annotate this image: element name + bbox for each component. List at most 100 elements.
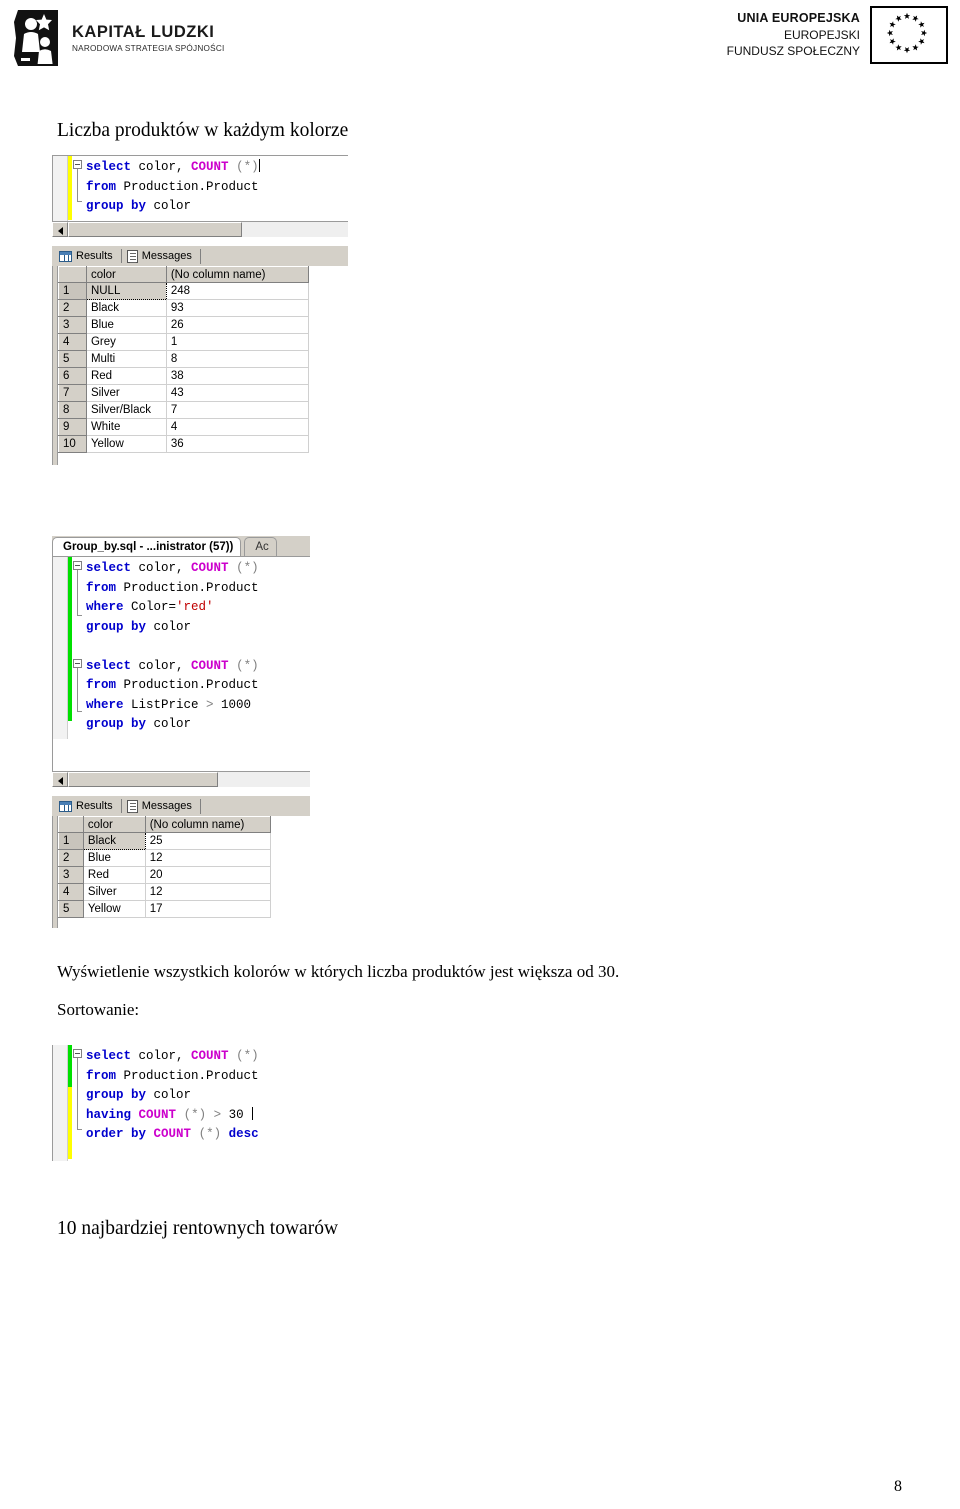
table-row[interactable]: 4 Grey 1: [58, 333, 310, 351]
grid-col-count[interactable]: (No column name): [144, 816, 272, 833]
cell-count[interactable]: 12: [145, 849, 272, 867]
hscroll-thumb[interactable]: [68, 222, 242, 237]
code-area-2[interactable]: select color, COUNT (*) from Production.…: [72, 557, 310, 739]
row-number[interactable]: 5: [58, 350, 87, 368]
grid-col-color[interactable]: color: [82, 816, 146, 833]
cell-color[interactable]: NULL: [85, 282, 167, 300]
cell-count[interactable]: 93: [166, 299, 310, 317]
tab-group-by-sql[interactable]: Group_by.sql - ...inistrator (57)): [52, 537, 242, 556]
cell-count[interactable]: 12: [145, 883, 272, 901]
page-heading-1: Liczba produktów w każdym kolorze: [57, 120, 349, 141]
code-line: having COUNT (*) > 30: [72, 1106, 310, 1126]
cell-count[interactable]: 26: [166, 316, 310, 334]
row-number[interactable]: 3: [58, 866, 84, 884]
row-number[interactable]: 2: [58, 849, 84, 867]
cell-count[interactable]: 4: [166, 418, 310, 436]
table-row[interactable]: 3 Blue 26: [58, 316, 310, 334]
cell-count[interactable]: 1: [166, 333, 310, 351]
row-number[interactable]: 4: [58, 333, 87, 351]
table-row[interactable]: 4 Silver 12: [58, 883, 272, 901]
row-number[interactable]: 8: [58, 401, 87, 419]
cell-count[interactable]: 25: [145, 832, 272, 850]
cell-count[interactable]: 38: [166, 367, 310, 385]
table-row[interactable]: 5 Multi 8: [58, 350, 310, 368]
cell-color[interactable]: Silver: [86, 384, 167, 402]
row-number[interactable]: 10: [58, 435, 87, 453]
tab-messages-2[interactable]: Messages: [124, 798, 201, 814]
scroll-left-arrow-icon[interactable]: [52, 772, 68, 787]
grid-col-color[interactable]: color: [85, 266, 167, 283]
sql-editor-1[interactable]: select color, COUNT (*) from Production.…: [52, 155, 348, 221]
cell-color[interactable]: Multi: [86, 350, 167, 368]
row-number[interactable]: 3: [58, 316, 87, 334]
tab-results-1[interactable]: Results: [56, 249, 122, 263]
table-row[interactable]: 9 White 4: [58, 418, 310, 436]
row-number[interactable]: 5: [58, 900, 84, 918]
cell-color[interactable]: Yellow: [86, 435, 167, 453]
cell-count[interactable]: 43: [166, 384, 310, 402]
row-number[interactable]: 7: [58, 384, 87, 402]
row-number[interactable]: 4: [58, 883, 84, 901]
cell-color[interactable]: Blue: [83, 849, 146, 867]
editor-hscrollbar-1[interactable]: [52, 221, 348, 237]
cell-color[interactable]: Silver/Black: [86, 401, 167, 419]
table-row[interactable]: 7 Silver 43: [58, 384, 310, 402]
cell-count[interactable]: 17: [145, 900, 272, 918]
grid-col-rownum[interactable]: [58, 266, 87, 283]
row-number[interactable]: 9: [58, 418, 87, 436]
code-line: select color, COUNT (*): [72, 1047, 310, 1067]
hscroll-thumb[interactable]: [68, 772, 219, 787]
cell-count[interactable]: 248: [166, 282, 310, 300]
grid-col-rownum[interactable]: [58, 816, 84, 833]
scroll-left-arrow-icon[interactable]: [52, 222, 68, 237]
cell-color[interactable]: Grey: [86, 333, 167, 351]
table-row[interactable]: 2 Black 93: [58, 299, 310, 317]
cell-color[interactable]: Red: [83, 866, 146, 884]
cell-color[interactable]: Black: [82, 832, 146, 850]
table-row[interactable]: 5 Yellow 17: [58, 900, 272, 918]
hscroll-track[interactable]: [68, 772, 310, 787]
table-row[interactable]: 2 Blue 12: [58, 849, 272, 867]
cell-color[interactable]: Silver: [83, 883, 146, 901]
cell-color[interactable]: Black: [86, 299, 167, 317]
cell-count[interactable]: 8: [166, 350, 310, 368]
results-grid-2[interactable]: color (No column name) 1 Black 25 2 Blue…: [58, 816, 272, 918]
cell-count[interactable]: 20: [145, 866, 272, 884]
results-tabstrip-1[interactable]: Results Messages: [52, 245, 348, 266]
row-number[interactable]: 1: [58, 832, 84, 850]
cell-count[interactable]: 36: [166, 435, 310, 453]
cell-color[interactable]: Red: [86, 367, 167, 385]
tab-messages-1[interactable]: Messages: [124, 248, 201, 264]
cell-color[interactable]: Blue: [86, 316, 167, 334]
results-grid-1[interactable]: color (No column name) 1 NULL 248 2 Blac…: [58, 266, 310, 453]
table-row[interactable]: 8 Silver/Black 7: [58, 401, 310, 419]
row-number[interactable]: 6: [58, 367, 87, 385]
table-row[interactable]: 3 Red 20: [58, 866, 272, 884]
code-token: color: [146, 717, 192, 731]
table-row[interactable]: 6 Red 38: [58, 367, 310, 385]
results-tabstrip-2[interactable]: Results Messages: [52, 795, 310, 816]
tab-results-2[interactable]: Results: [56, 799, 122, 813]
code-area-3[interactable]: select color, COUNT (*) from Production.…: [72, 1045, 310, 1161]
row-number[interactable]: 1: [58, 282, 87, 300]
hscroll-track[interactable]: [68, 222, 348, 237]
row-number[interactable]: 2: [58, 299, 87, 317]
messages-icon: [126, 799, 138, 813]
editor-hscrollbar-2[interactable]: [52, 771, 310, 787]
editor-tabstrip-2[interactable]: Group_by.sql - ...inistrator (57)) Ac: [52, 536, 310, 557]
table-row[interactable]: 1 Black 25: [58, 832, 272, 850]
grid-col-count[interactable]: (No column name): [165, 266, 310, 283]
cell-count[interactable]: 7: [166, 401, 310, 419]
cell-color[interactable]: White: [86, 418, 167, 436]
code-line: select color, COUNT (*): [72, 559, 310, 579]
code-token: Color=: [123, 600, 177, 614]
sql-editor-2[interactable]: select color, COUNT (*) from Production.…: [52, 557, 310, 739]
table-row[interactable]: 10 Yellow 36: [58, 435, 310, 453]
code-area-1[interactable]: select color, COUNT (*) from Production.…: [72, 156, 348, 221]
table-row[interactable]: 1 NULL 248: [58, 282, 310, 300]
tab-secondary[interactable]: Ac: [244, 537, 277, 556]
sql-editor-3[interactable]: select color, COUNT (*) from Production.…: [52, 1045, 310, 1161]
cell-color[interactable]: Yellow: [83, 900, 146, 918]
